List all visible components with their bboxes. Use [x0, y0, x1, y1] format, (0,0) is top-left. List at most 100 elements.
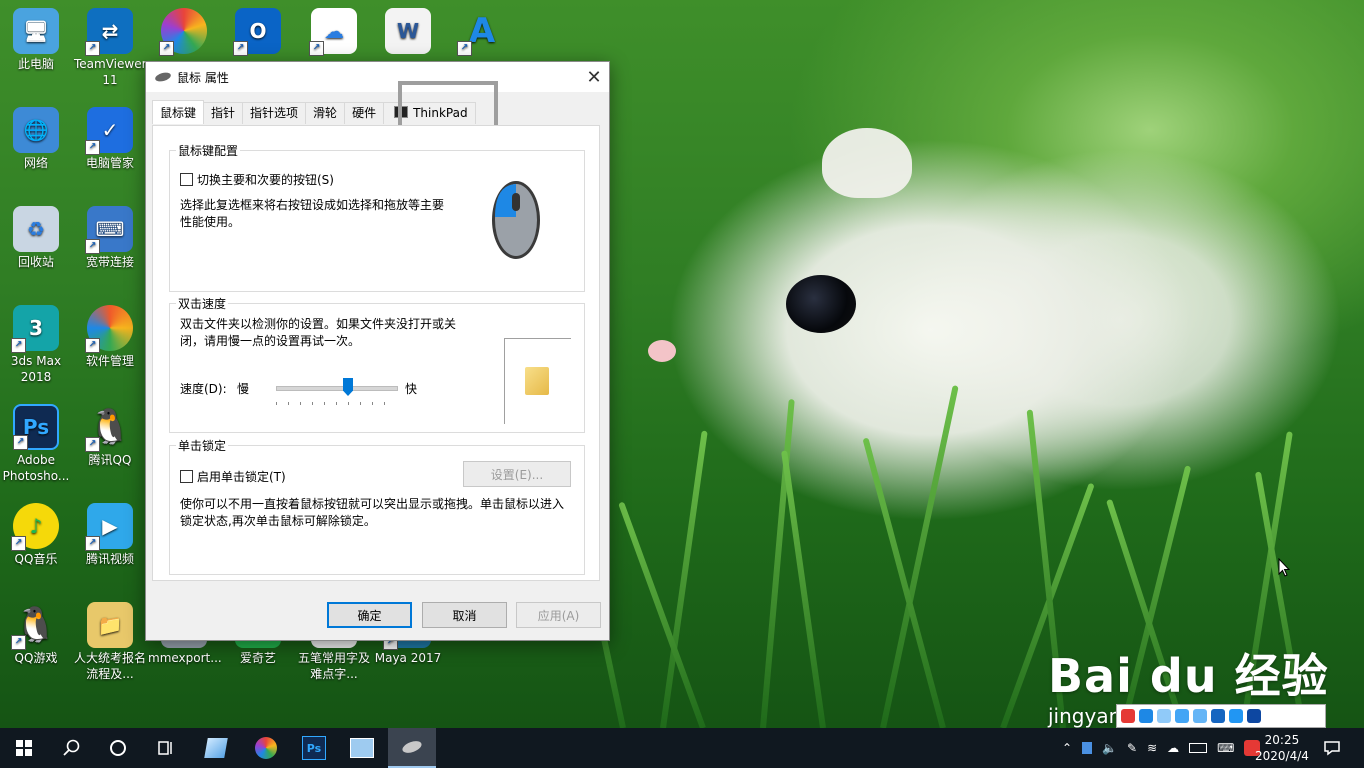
click-lock-title: 单击锁定 — [176, 437, 229, 454]
ime-tools-icon[interactable] — [1247, 709, 1261, 723]
folder-icon[interactable] — [525, 367, 549, 395]
ime-indicator-icon[interactable] — [1082, 742, 1093, 754]
desktop-icon-software-manager[interactable]: ↗ 软件管理 — [74, 301, 146, 369]
button-config-title: 鼠标键配置 — [176, 142, 241, 159]
desktop-icon-this-pc[interactable]: 🖥 此电脑 — [0, 4, 72, 72]
speed-slider[interactable] — [276, 378, 398, 408]
recycle-bin-icon: ♻ — [13, 206, 59, 252]
swap-buttons-box[interactable] — [180, 173, 193, 186]
desktop-icon-recycle-bin[interactable]: ♻ 回收站 — [0, 202, 72, 270]
mouse-icon — [400, 738, 424, 756]
hamster-nose — [648, 340, 676, 362]
mouse-icon — [154, 71, 172, 83]
button-config-group: 鼠标键配置 切换主要和次要的按钮(S) 选择此复选框来将右按钮设成如选择和拖放等… — [169, 142, 585, 292]
speed-slider-thumb[interactable] — [343, 378, 353, 396]
apply-button[interactable]: 应用(A) — [516, 602, 601, 628]
start-button[interactable] — [0, 728, 48, 768]
close-button[interactable]: ✕ — [579, 62, 609, 92]
mouse-illustration-icon — [490, 179, 542, 261]
clock[interactable]: 20:25 2020/4/4 — [1255, 728, 1309, 768]
sogou-icon[interactable] — [1121, 709, 1135, 723]
taskbar-mouse-properties[interactable] — [388, 728, 436, 768]
qq-game-icon: 🐧 ↗ — [11, 602, 59, 650]
desktop-icon-3dsmax[interactable]: 3 ↗ 3ds Max 2018 — [0, 301, 72, 385]
folder-icon: 📁 — [87, 602, 133, 648]
taskbar: Ps ⌃ 🔈 ✎ ≋ ☁ ⌨ 20:25 2020/4/4 — [0, 728, 1364, 768]
taskbar-image-viewer[interactable] — [338, 728, 386, 768]
desktop-icon-tencent-video[interactable]: ▶ ↗ 腾讯视频 — [74, 499, 146, 567]
dialog-titlebar[interactable]: 鼠标 属性 ✕ — [146, 62, 609, 92]
desktop-icon-browser[interactable]: ↗ — [148, 4, 220, 56]
pen-icon[interactable]: ✎ — [1127, 741, 1137, 755]
cortana-icon — [110, 740, 126, 756]
outlook-icon: O ↗ — [233, 8, 281, 56]
desktop-icon-folder-exam[interactable]: 📁 人大统考报名流程及... — [74, 598, 146, 682]
taskbar-notepad[interactable] — [192, 728, 240, 768]
browser-icon — [255, 737, 277, 759]
click-lock-label: 启用单击锁定(T) — [197, 470, 286, 484]
ime-emoji-icon[interactable] — [1175, 709, 1189, 723]
double-click-description: 双击文件夹以检测你的设置。如果文件夹没打开或关闭，请用慢一点的设置再试一次。 — [180, 317, 457, 348]
tab-pointers[interactable]: 指针 — [203, 102, 244, 124]
ime-mode-icon[interactable] — [1139, 709, 1153, 723]
tab-pointer-options[interactable]: 指针选项 — [242, 102, 307, 124]
ime-toolbar[interactable] — [1116, 704, 1326, 728]
ok-button[interactable]: 确定 — [327, 602, 412, 628]
desktop-icon-outlook[interactable]: O ↗ — [222, 4, 294, 56]
taskbar-browser[interactable] — [242, 728, 290, 768]
clock-time: 20:25 — [1264, 733, 1300, 747]
search-button[interactable] — [48, 728, 96, 768]
tencent-video-icon: ▶ ↗ — [85, 503, 133, 551]
desktop-icon-photoshop[interactable]: Ps ↗ Adobe Photosho... — [0, 400, 72, 484]
cancel-button[interactable]: 取消 — [422, 602, 507, 628]
keyboard-icon[interactable]: ⌨ — [1217, 741, 1234, 755]
baidu-watermark: Bai du 经验 — [1048, 649, 1329, 703]
cortana-button[interactable] — [94, 728, 142, 768]
word-icon: W — [385, 8, 431, 54]
wifi-icon[interactable]: ≋ — [1147, 741, 1157, 755]
ime-punct-icon[interactable] — [1157, 709, 1171, 723]
tab-buttons[interactable]: 鼠标键 — [152, 100, 205, 124]
mouse-cursor-icon — [1278, 557, 1291, 581]
action-center-button[interactable] — [1308, 728, 1356, 768]
dialog-title: 鼠标 属性 — [177, 70, 229, 85]
photoshop-icon: Ps ↗ — [13, 404, 59, 450]
taskbar-photoshop[interactable]: Ps — [290, 728, 338, 768]
swap-buttons-checkbox[interactable]: 切换主要和次要的按钮(S) — [180, 171, 334, 188]
autodesk-icon: A ↗ — [457, 8, 505, 56]
windows-logo-icon — [16, 740, 32, 756]
tab-hardware[interactable]: 硬件 — [344, 102, 385, 124]
desktop-icon-autodesk[interactable]: A ↗ — [446, 4, 518, 56]
swap-buttons-label: 切换主要和次要的按钮(S) — [197, 173, 334, 187]
search-icon — [63, 739, 80, 756]
desktop-icon-word[interactable]: W — [372, 4, 444, 56]
desktop-icon-pc-manager[interactable]: ✓ ↗ 电脑管家 — [74, 103, 146, 171]
speaker-icon[interactable]: 🔈 — [1102, 741, 1117, 755]
desktop-icon-qq-game[interactable]: 🐧 ↗ QQ游戏 — [0, 598, 72, 666]
click-lock-checkbox[interactable]: 启用单击锁定(T) — [180, 468, 286, 485]
click-lock-group: 单击锁定 启用单击锁定(T) 设置(E)... 使你可以不用一直按着鼠标按钮就可… — [169, 437, 585, 575]
desktop-icon-teamviewer[interactable]: ⇄ ↗ TeamViewer 11 — [74, 4, 147, 88]
desktop-icon-broadband[interactable]: ⌨ ↗ 宽带连接 — [74, 202, 146, 270]
desktop-icon-qq-music[interactable]: ♪ ↗ QQ音乐 — [0, 499, 72, 567]
qq-penguin-icon: 🐧 ↗ — [85, 404, 133, 452]
desktop-icon-qq[interactable]: 🐧 ↗ 腾讯QQ — [74, 400, 146, 468]
ime-skin-icon[interactable] — [1229, 709, 1243, 723]
clock-date: 2020/4/4 — [1255, 749, 1309, 763]
tab-wheel[interactable]: 滑轮 — [305, 102, 346, 124]
click-lock-settings-button[interactable]: 设置(E)... — [463, 461, 571, 487]
task-view-icon — [158, 741, 172, 755]
buttons-tab-panel: 鼠标键配置 切换主要和次要的按钮(S) 选择此复选框来将右按钮设成如选择和拖放等… — [152, 125, 600, 581]
notification-icon — [1324, 741, 1340, 756]
click-lock-box[interactable] — [180, 470, 193, 483]
desktop-icon-cloud[interactable]: ☁ ↗ — [298, 4, 370, 56]
ime-keyboard-icon[interactable] — [1211, 709, 1225, 723]
desktop-icon-network[interactable]: 🌐 网络 — [0, 103, 72, 171]
chevron-up-icon[interactable]: ⌃ — [1062, 741, 1072, 755]
onedrive-icon[interactable]: ☁ — [1167, 741, 1179, 755]
ime-voice-icon[interactable] — [1193, 709, 1207, 723]
test-folder-area[interactable] — [504, 338, 571, 424]
hamster-ear — [822, 128, 912, 198]
task-view-button[interactable] — [142, 728, 190, 768]
battery-icon[interactable] — [1189, 743, 1208, 753]
